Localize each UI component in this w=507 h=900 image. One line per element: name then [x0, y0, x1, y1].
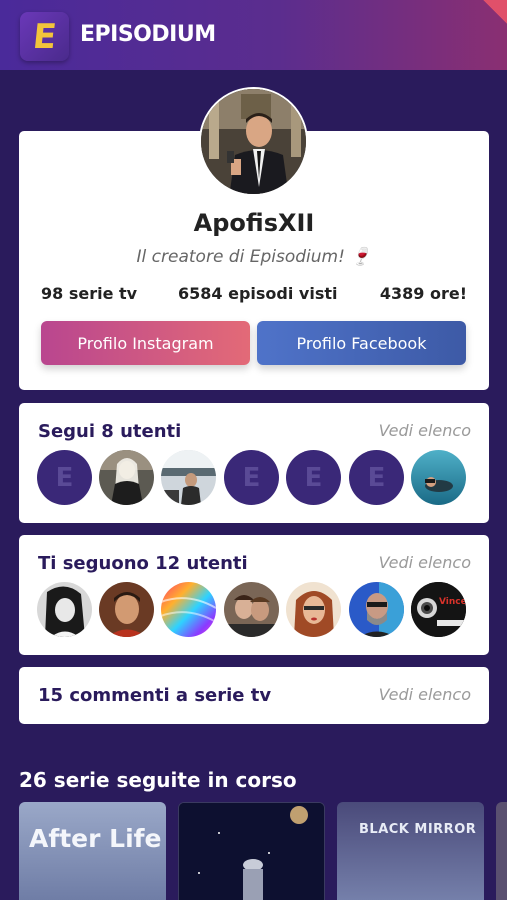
user-avatar[interactable]: [37, 582, 92, 637]
avatar-text: Vince Colle: [439, 597, 466, 607]
user-avatar[interactable]: [161, 450, 216, 505]
corner-ribbon: [483, 0, 507, 24]
user-photo: [37, 582, 92, 637]
poster-title: BLACK MIRROR: [359, 822, 477, 837]
user-avatar[interactable]: E: [286, 450, 341, 505]
user-photo: [411, 450, 466, 505]
comments-title: 15 commenti a serie tv: [38, 685, 272, 706]
comments-card[interactable]: 15 commenti a serie tv Vedi elenco: [19, 667, 489, 724]
user-avatar[interactable]: [224, 582, 279, 637]
followers-title: Ti seguono 12 utenti: [38, 553, 248, 574]
poster-title: After Life: [29, 824, 162, 853]
instagram-profile-button[interactable]: Profilo Instagram: [41, 321, 250, 365]
user-photo: [349, 582, 404, 637]
poster-art: [179, 803, 324, 900]
series-poster-after-life[interactable]: After Life: [19, 802, 166, 900]
profile-username: ApofisXII: [193, 209, 315, 237]
followers-card: Ti seguono 12 utenti Vedi elenco Vince: [19, 535, 489, 655]
user-avatar[interactable]: [161, 582, 216, 637]
user-avatar[interactable]: E: [37, 450, 92, 505]
profile-tagline: Il creatore di Episodium! 🍷: [136, 247, 372, 267]
user-avatar[interactable]: [99, 450, 154, 505]
user-avatar[interactable]: [411, 450, 466, 505]
user-photo: [161, 450, 216, 505]
user-photo: [99, 450, 154, 505]
series-poster-partial[interactable]: [496, 802, 507, 900]
app-logo[interactable]: E: [20, 12, 69, 61]
following-card: Segui 8 utenti Vedi elenco E E E E: [19, 403, 489, 523]
series-poster-black-mirror[interactable]: BLACK MIRROR: [337, 802, 484, 900]
user-avatar[interactable]: Vince Colle: [411, 582, 466, 637]
user-avatar[interactable]: E: [349, 450, 404, 505]
user-photo: [99, 582, 154, 637]
user-avatar[interactable]: [286, 582, 341, 637]
user-avatar[interactable]: E: [224, 450, 279, 505]
profile-avatar[interactable]: [199, 87, 308, 196]
followers-avatar-row: Vince Colle: [37, 582, 477, 638]
following-title: Segui 8 utenti: [38, 421, 182, 442]
comments-see-list-link[interactable]: Vedi elenco: [379, 685, 471, 704]
profile-photo: [201, 89, 306, 194]
watching-section-title: 26 serie seguite in corso: [19, 768, 297, 792]
series-poster-space[interactable]: [178, 802, 325, 900]
facebook-profile-button[interactable]: Profilo Facebook: [257, 321, 466, 365]
stat-series: 98 serie tv: [41, 284, 138, 303]
followers-see-list-link[interactable]: Vedi elenco: [379, 553, 471, 572]
top-app-bar: E EPISODIUM: [0, 0, 507, 70]
user-photo: [224, 582, 279, 637]
user-avatar[interactable]: [99, 582, 154, 637]
user-photo: [286, 582, 341, 637]
stat-hours: 4389 ore!: [379, 284, 467, 303]
following-see-list-link[interactable]: Vedi elenco: [379, 421, 471, 440]
app-title: EPISODIUM: [80, 22, 216, 47]
following-avatar-row: E E E E: [37, 450, 477, 506]
user-photo: [161, 582, 216, 637]
user-photo: Vince Colle: [411, 582, 466, 637]
user-avatar[interactable]: [349, 582, 404, 637]
stat-episodes: 6584 episodi visti: [178, 284, 338, 303]
logo-letter: E: [30, 16, 59, 57]
